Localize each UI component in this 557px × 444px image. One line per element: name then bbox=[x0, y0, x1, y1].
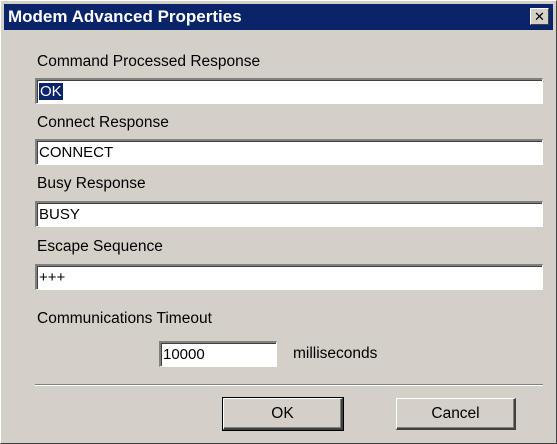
close-button[interactable]: ✕ bbox=[530, 8, 549, 25]
communications-timeout-label: Communications Timeout bbox=[37, 310, 212, 327]
ok-button[interactable]: OK bbox=[222, 397, 344, 431]
connect-response-value: CONNECT bbox=[39, 144, 114, 161]
command-processed-response-label: Command Processed Response bbox=[37, 53, 261, 70]
communications-timeout-field[interactable]: 10000 bbox=[159, 341, 277, 367]
close-icon: ✕ bbox=[534, 9, 545, 24]
connect-response-field[interactable]: CONNECT bbox=[35, 139, 543, 165]
modem-advanced-properties-dialog: Modem Advanced Properties ✕ Command Proc… bbox=[0, 0, 557, 444]
escape-sequence-label: Escape Sequence bbox=[37, 238, 163, 255]
command-processed-response-field[interactable]: OK bbox=[35, 78, 543, 104]
busy-response-value: BUSY bbox=[39, 206, 80, 223]
escape-sequence-value: +++ bbox=[39, 269, 66, 286]
communications-timeout-value: 10000 bbox=[163, 346, 205, 363]
busy-response-field[interactable]: BUSY bbox=[35, 201, 543, 227]
title-bar[interactable]: Modem Advanced Properties ✕ bbox=[4, 4, 553, 30]
connect-response-label: Connect Response bbox=[37, 114, 169, 131]
busy-response-label: Busy Response bbox=[37, 175, 146, 192]
separator bbox=[35, 384, 543, 386]
escape-sequence-field[interactable]: +++ bbox=[35, 264, 543, 290]
timeout-unit-label: milliseconds bbox=[293, 345, 378, 362]
window-title: Modem Advanced Properties bbox=[8, 7, 242, 26]
command-processed-response-value: OK bbox=[39, 83, 63, 100]
cancel-button[interactable]: Cancel bbox=[396, 398, 516, 430]
